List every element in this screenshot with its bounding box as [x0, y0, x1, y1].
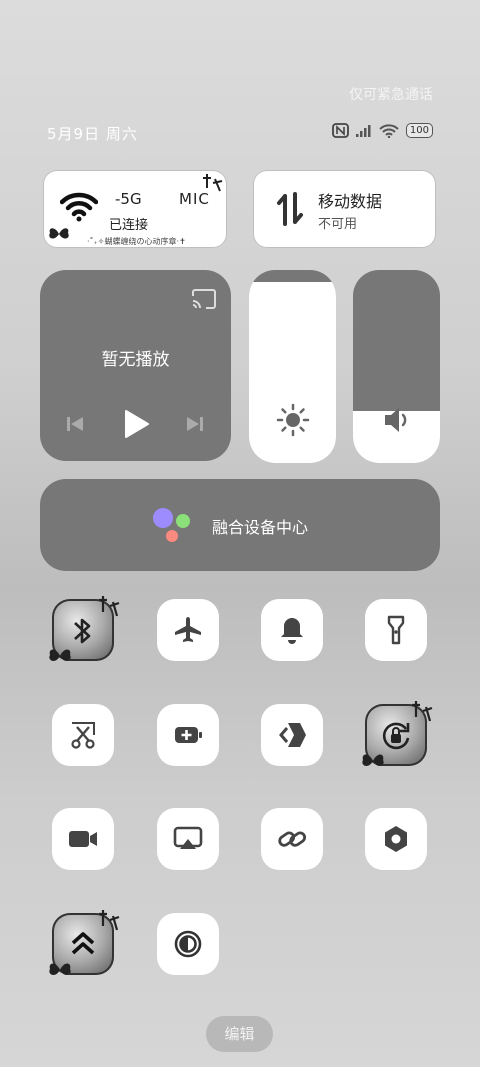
flashlight-icon [387, 615, 405, 645]
wifi-name: -5G [115, 190, 142, 208]
volume-slider[interactable] [353, 270, 440, 463]
emergency-calls-only-text: 仅可紧急通话 [349, 87, 433, 103]
cast-arrow-icon [279, 723, 306, 747]
media-title: 暂无播放 [101, 350, 170, 370]
toggle-battery-saver[interactable] [157, 704, 219, 766]
wifi-icon [60, 192, 98, 222]
previous-icon[interactable] [65, 414, 85, 434]
butterfly-icon [362, 754, 384, 766]
toggle-screenshot-scissors[interactable] [52, 704, 114, 766]
mobile-data-title: 移动数据 [318, 192, 383, 211]
battery-saver-icon [175, 727, 202, 743]
toggle-flashlight[interactable] [365, 599, 427, 661]
settings-nut-icon [385, 826, 407, 852]
screenshot-scissors-icon [71, 722, 95, 749]
wifi-card[interactable]: -5G MIC 已连接 ·˚₊✧蝴蝶缠绕の心动序章·✝ [43, 170, 227, 248]
toggle-cast-arrow[interactable] [261, 704, 323, 766]
media-player-card[interactable]: 暂无播放 [40, 270, 231, 461]
brightness-slider[interactable] [249, 270, 336, 463]
sun-icon [276, 403, 310, 437]
bluetooth-icon [74, 618, 91, 644]
butterfly-icon [49, 228, 69, 239]
toggle-rotation-lock[interactable] [362, 701, 433, 766]
mobile-data-card[interactable]: 移动数据 不可用 [253, 170, 436, 248]
cross-icon [99, 596, 120, 617]
video-camera-icon [69, 831, 97, 847]
data-arrows-icon [277, 192, 303, 226]
date-text: 5月9日 周六 [47, 125, 138, 143]
toggle-airplane[interactable] [157, 599, 219, 661]
wifi-caption: ·˚₊✧蝴蝶缠绕の心动序章·✝ [87, 237, 186, 246]
cast-icon[interactable] [191, 288, 217, 310]
rotation-lock-icon [382, 722, 410, 750]
cross-icon [412, 701, 433, 722]
device-center-logo-icon [153, 508, 190, 542]
toggle-bell[interactable] [261, 599, 323, 661]
mobile-data-status: 不可用 [318, 217, 358, 232]
speaker-icon [385, 408, 407, 432]
device-center-label: 融合设备中心 [212, 518, 309, 537]
link-icon [278, 831, 307, 847]
device-center-card[interactable]: 融合设备中心 [40, 479, 440, 571]
status-icons: 100 [332, 123, 433, 138]
play-icon[interactable] [122, 409, 150, 439]
butterfly-icon [49, 649, 71, 661]
toggle-settings-nut[interactable] [365, 808, 427, 870]
toggle-screen-cast[interactable] [157, 808, 219, 870]
double-chevron-up-icon [71, 932, 95, 955]
battery-icon: 100 [405, 123, 433, 138]
wifi-status: 已连接 [109, 218, 149, 233]
cross-icon [203, 174, 223, 192]
toggle-contrast[interactable] [157, 913, 219, 975]
next-icon[interactable] [185, 414, 205, 434]
wifi-icon [379, 123, 399, 138]
cross-icon [99, 910, 120, 931]
bell-icon [281, 618, 303, 644]
airplane-icon [175, 617, 201, 642]
screen-cast-icon [173, 826, 203, 849]
butterfly-icon [49, 963, 71, 975]
toggle-double-chevron-up[interactable] [49, 910, 120, 975]
nfc-icon [332, 123, 349, 138]
toggle-bluetooth[interactable] [49, 596, 120, 661]
edit-button[interactable]: 编辑 [206, 1016, 273, 1052]
toggle-link[interactable] [261, 808, 323, 870]
contrast-icon [174, 930, 202, 958]
signal-icon [355, 124, 371, 137]
toggle-video-camera[interactable] [52, 808, 114, 870]
